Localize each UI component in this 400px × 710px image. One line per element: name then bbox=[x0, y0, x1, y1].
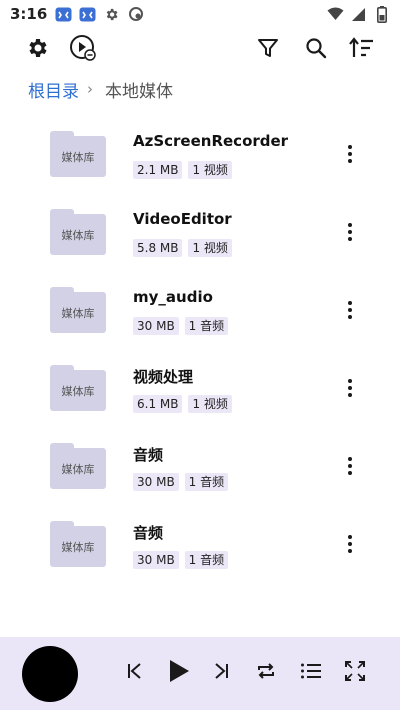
play-link-button[interactable] bbox=[67, 34, 99, 66]
size-badge: 6.1 MB bbox=[133, 395, 183, 413]
toolbar bbox=[0, 30, 400, 70]
breadcrumb-current: 本地媒体 bbox=[105, 81, 173, 102]
fullscreen-icon bbox=[344, 660, 366, 686]
fullscreen-button[interactable] bbox=[339, 657, 371, 689]
folder-icon: 媒体库 bbox=[50, 209, 106, 255]
folder-name: 视频处理 bbox=[133, 368, 194, 386]
count-badge: 1 视频 bbox=[188, 395, 232, 413]
list-item[interactable]: 媒体库 视频处理 6.1 MB 1 视频 bbox=[0, 346, 400, 424]
breadcrumb: 根目录 › 本地媒体 bbox=[28, 76, 173, 102]
folder-name: AzScreenRecorder bbox=[133, 132, 289, 150]
repeat-icon bbox=[255, 660, 277, 686]
count-badge: 1 视频 bbox=[188, 239, 232, 257]
playlist-icon bbox=[300, 661, 322, 685]
status-bar: 3:16 bbox=[0, 0, 400, 28]
folder-name: VideoEditor bbox=[133, 210, 232, 228]
more-options-icon[interactable] bbox=[338, 218, 362, 246]
list-item[interactable]: 媒体库 my_audio 30 MB 1 音频 bbox=[0, 268, 400, 346]
folder-name: 音频 bbox=[133, 524, 164, 542]
repeat-button[interactable] bbox=[250, 657, 282, 689]
play-button[interactable] bbox=[162, 657, 194, 689]
folder-icon-label: 媒体库 bbox=[61, 150, 95, 164]
count-badge: 1 音频 bbox=[184, 473, 229, 491]
folder-icon: 媒体库 bbox=[50, 365, 106, 411]
playlist-button[interactable] bbox=[295, 657, 327, 689]
clean-icon bbox=[127, 6, 144, 23]
filter-icon bbox=[257, 37, 279, 63]
count-badge: 1 视频 bbox=[188, 161, 232, 179]
folder-icon: 媒体库 bbox=[50, 131, 106, 177]
folder-icon: 媒体库 bbox=[50, 443, 106, 489]
size-badge: 30 MB bbox=[133, 317, 179, 335]
folder-name: my_audio bbox=[133, 288, 213, 306]
more-options-icon[interactable] bbox=[338, 296, 362, 324]
gamepad-icon bbox=[55, 6, 72, 23]
folder-icon: 媒体库 bbox=[50, 521, 106, 567]
skip-next-icon bbox=[212, 661, 232, 685]
search-icon bbox=[305, 37, 327, 63]
list-item[interactable]: 媒体库 音频 30 MB 1 音频 bbox=[0, 424, 400, 502]
list-item[interactable]: 媒体库 音频 30 MB 1 音频 bbox=[0, 502, 400, 580]
folder-icon-label: 媒体库 bbox=[61, 228, 95, 242]
settings-button[interactable] bbox=[22, 34, 54, 66]
battery-icon bbox=[373, 5, 390, 23]
settings-icon bbox=[26, 36, 50, 64]
list-item[interactable]: 媒体库 VideoEditor 5.8 MB 1 视频 bbox=[0, 190, 400, 268]
count-badge: 1 音频 bbox=[184, 551, 229, 569]
size-badge: 30 MB bbox=[133, 551, 179, 569]
size-badge: 30 MB bbox=[133, 473, 179, 491]
search-button[interactable] bbox=[300, 34, 332, 66]
mini-player bbox=[0, 637, 400, 710]
next-button[interactable] bbox=[206, 657, 238, 689]
more-options-icon[interactable] bbox=[338, 140, 362, 168]
play-icon bbox=[165, 658, 191, 688]
list-item[interactable]: 媒体库 AzScreenRecorder 2.1 MB 1 视频 bbox=[0, 112, 400, 190]
play-circle-link-icon bbox=[69, 34, 97, 66]
size-badge: 2.1 MB bbox=[133, 161, 183, 179]
folder-icon-label: 媒体库 bbox=[61, 540, 95, 554]
folder-icon: 媒体库 bbox=[50, 287, 106, 333]
gamepad-icon bbox=[79, 6, 96, 23]
sort-button[interactable] bbox=[345, 34, 377, 66]
more-options-icon[interactable] bbox=[338, 530, 362, 558]
sort-icon bbox=[348, 36, 374, 64]
breadcrumb-root[interactable]: 根目录 bbox=[28, 77, 79, 102]
album-art[interactable] bbox=[22, 646, 78, 702]
folder-name: 音频 bbox=[133, 446, 164, 464]
size-badge: 5.8 MB bbox=[133, 239, 183, 257]
filter-button[interactable] bbox=[252, 34, 284, 66]
folder-icon-label: 媒体库 bbox=[61, 462, 95, 476]
previous-button[interactable] bbox=[118, 657, 150, 689]
folder-icon-label: 媒体库 bbox=[61, 384, 95, 398]
count-badge: 1 音频 bbox=[184, 317, 229, 335]
gear-icon bbox=[103, 6, 120, 23]
skip-previous-icon bbox=[124, 661, 144, 685]
signal-icon bbox=[350, 6, 367, 23]
status-time: 3:16 bbox=[10, 5, 48, 23]
wifi-icon bbox=[327, 6, 344, 23]
chevron-right-icon: › bbox=[87, 80, 93, 98]
folder-icon-label: 媒体库 bbox=[61, 306, 95, 320]
more-options-icon[interactable] bbox=[338, 374, 362, 402]
more-options-icon[interactable] bbox=[338, 452, 362, 480]
